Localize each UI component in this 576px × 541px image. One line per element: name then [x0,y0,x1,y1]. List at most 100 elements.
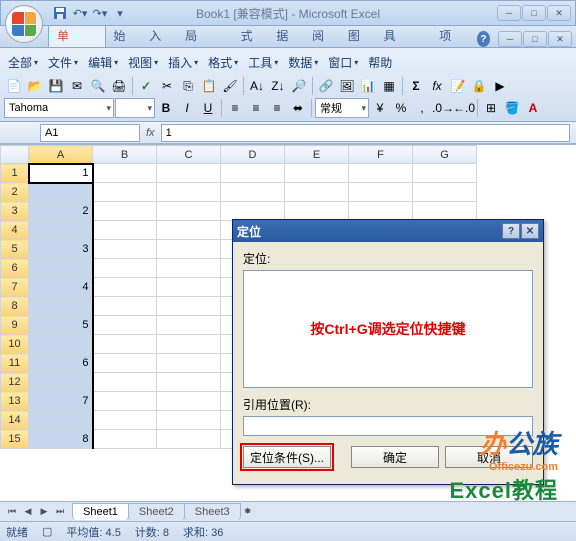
status-record-icon[interactable]: ▢ [42,525,52,538]
cell-C10[interactable] [157,335,221,354]
increase-decimal-icon[interactable]: .0→ [433,98,453,118]
select-all-cell[interactable] [1,146,29,164]
fill-color-icon[interactable]: 🪣 [502,98,522,118]
close-button[interactable]: ✕ [547,5,571,21]
undo-icon[interactable]: ↶▾ [71,4,89,22]
autosum-icon[interactable]: Σ [406,76,426,96]
cell-G3[interactable] [413,202,477,221]
cancel-button[interactable]: 取消 [445,446,533,468]
cell-A7[interactable]: 4 [29,278,93,297]
cell-C1[interactable] [157,164,221,183]
col-header-A[interactable]: A [29,146,93,164]
underline-icon[interactable]: U [198,98,218,118]
sort-asc-icon[interactable]: A↓ [247,76,267,96]
cell-A14[interactable] [29,411,93,430]
tab-nav-last-icon[interactable]: ⏭ [52,504,68,520]
row-header-4[interactable]: 4 [1,221,29,240]
cell-A8[interactable] [29,297,93,316]
ok-button[interactable]: 确定 [351,446,439,468]
cell-B12[interactable] [93,373,157,392]
cell-E1[interactable] [285,164,349,183]
cell-G1[interactable] [413,164,477,183]
cell-B7[interactable] [93,278,157,297]
cell-A5[interactable]: 3 [29,240,93,259]
row-header-3[interactable]: 3 [1,202,29,221]
cell-C7[interactable] [157,278,221,297]
cell-B1[interactable] [93,164,157,183]
row-header-2[interactable]: 2 [1,183,29,202]
cell-B3[interactable] [93,202,157,221]
cell-A13[interactable]: 7 [29,392,93,411]
menu-insert[interactable]: 插入▾ [164,52,202,73]
row-header-13[interactable]: 13 [1,392,29,411]
cell-D3[interactable] [221,202,285,221]
mdi-minimize-button[interactable]: ─ [498,31,522,47]
row-header-7[interactable]: 7 [1,278,29,297]
merge-icon[interactable]: ⬌ [288,98,308,118]
menu-file[interactable]: 文件▾ [44,52,82,73]
italic-icon[interactable]: I [177,98,197,118]
sheet-tab-3[interactable]: Sheet3 [184,503,241,520]
number-format-select[interactable]: 常规 [315,98,369,118]
hyperlink-icon[interactable]: 🔗 [316,76,336,96]
currency-icon[interactable]: ¥ [370,98,390,118]
office-button[interactable] [5,5,43,43]
bold-icon[interactable]: B [156,98,176,118]
cell-B15[interactable] [93,430,157,449]
cell-C2[interactable] [157,183,221,202]
maximize-button[interactable]: □ [522,5,546,21]
cell-D1[interactable] [221,164,285,183]
minimize-button[interactable]: ─ [497,5,521,21]
macros-icon[interactable]: ▶ [490,76,510,96]
print-icon[interactable]: 🖨 [109,76,129,96]
cell-C15[interactable] [157,430,221,449]
font-name-select[interactable]: Tahoma [4,98,114,118]
menu-help[interactable]: 帮助 [364,52,396,73]
cell-A3[interactable]: 2 [29,202,93,221]
cell-A6[interactable] [29,259,93,278]
fx-icon[interactable]: fx [146,127,155,139]
dialog-close-button[interactable]: ✕ [521,223,539,239]
col-header-F[interactable]: F [349,146,413,164]
open-icon[interactable]: 📂 [25,76,45,96]
sort-desc-icon[interactable]: Z↓ [268,76,288,96]
find-icon[interactable]: 🔎 [289,76,309,96]
cell-C6[interactable] [157,259,221,278]
picture-icon[interactable]: 🖼 [337,76,357,96]
formula-bar[interactable]: 1 [161,124,570,142]
cell-F2[interactable] [349,183,413,202]
paste-icon[interactable]: 📋 [199,76,219,96]
cell-G2[interactable] [413,183,477,202]
cell-B4[interactable] [93,221,157,240]
font-size-select[interactable] [115,98,155,118]
menu-view[interactable]: 视图▾ [124,52,162,73]
row-header-10[interactable]: 10 [1,335,29,354]
comma-icon[interactable]: , [412,98,432,118]
cell-A10[interactable] [29,335,93,354]
cell-B9[interactable] [93,316,157,335]
special-button[interactable]: 定位条件(S)... [243,446,331,468]
insert-sheet-icon[interactable]: ✸ [240,504,256,520]
row-header-15[interactable]: 15 [1,430,29,449]
cell-B14[interactable] [93,411,157,430]
align-center-icon[interactable]: ≡ [246,98,266,118]
sheet-tab-2[interactable]: Sheet2 [128,503,185,520]
comment-icon[interactable]: 📝 [448,76,468,96]
cell-A11[interactable]: 6 [29,354,93,373]
cell-C11[interactable] [157,354,221,373]
cell-C9[interactable] [157,316,221,335]
new-icon[interactable]: 📄 [4,76,24,96]
cell-A12[interactable] [29,373,93,392]
print-preview-icon[interactable]: 🔍 [88,76,108,96]
cell-C3[interactable] [157,202,221,221]
col-header-B[interactable]: B [93,146,157,164]
menu-window[interactable]: 窗口▾ [324,52,362,73]
tab-nav-prev-icon[interactable]: ◀ [20,504,36,520]
cell-B8[interactable] [93,297,157,316]
col-header-E[interactable]: E [285,146,349,164]
cell-C12[interactable] [157,373,221,392]
qat-dropdown-icon[interactable]: ▾ [111,4,129,22]
cell-C5[interactable] [157,240,221,259]
pivot-icon[interactable]: ▦ [379,76,399,96]
mail-icon[interactable]: ✉ [67,76,87,96]
